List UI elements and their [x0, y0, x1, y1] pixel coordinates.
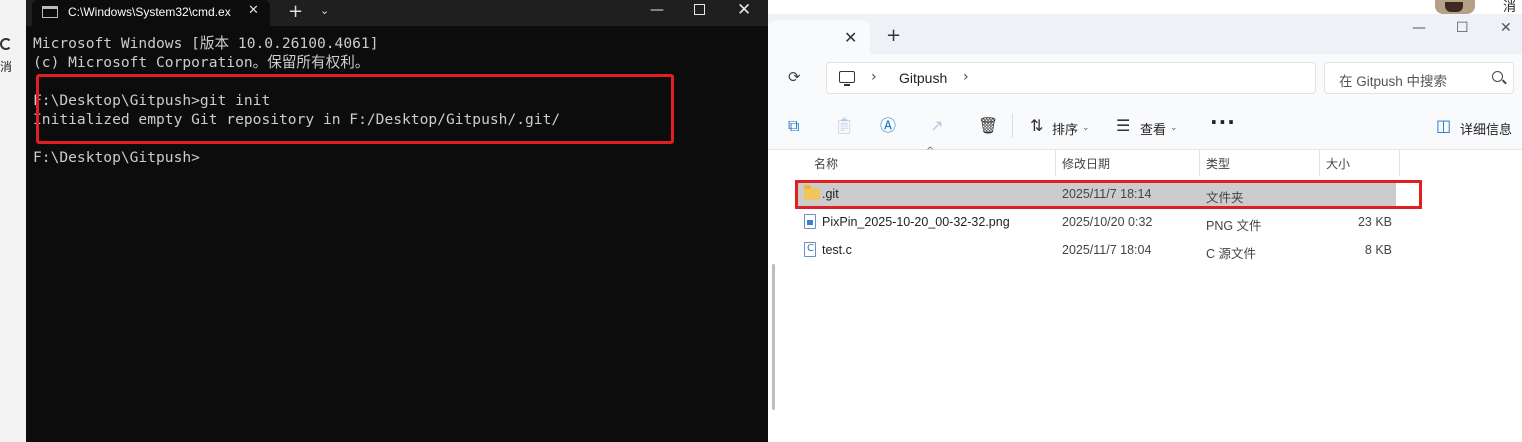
paste-icon[interactable]: 📋︎ [834, 118, 854, 134]
avatar [1435, 0, 1475, 14]
chevron-down-icon[interactable]: ⌄ [1082, 120, 1090, 136]
file-size: 8 KB [1364, 243, 1392, 257]
file-size: 23 KB [1357, 215, 1392, 229]
cmd-titlebar: C:\Windows\System32\cmd.ex ✕ + ⌄ — ✕ [26, 0, 768, 26]
address-bar[interactable]: › Gitpush › [826, 62, 1316, 94]
search-input[interactable]: 在 Gitpush 中搜索 [1324, 62, 1514, 94]
column-name[interactable]: 名称 [814, 155, 838, 172]
view-button[interactable]: 查看 [1140, 119, 1166, 138]
new-tab-button[interactable]: + [288, 1, 303, 23]
command-prompt-window: C:\Windows\System32\cmd.ex ✕ + ⌄ — ✕ Mic… [26, 0, 768, 442]
console-line: (c) Microsoft Corporation。保留所有权利。 [33, 54, 370, 71]
file-modified: 2025/10/20 0:32 [1062, 215, 1153, 229]
cmd-tab[interactable]: C:\Windows\System32\cmd.ex ✕ [32, 0, 270, 26]
delete-icon[interactable]: 🗑︎ [978, 118, 998, 134]
terminal-icon [42, 6, 58, 18]
file-modified: 2025/11/7 18:04 [1062, 243, 1152, 257]
close-tab-icon[interactable]: ✕ [844, 28, 857, 47]
console-prompt[interactable]: F:\Desktop\Gitpush> [33, 148, 200, 167]
explorer-tab[interactable]: ✕ [768, 20, 870, 54]
column-divider[interactable] [1199, 150, 1200, 176]
address-bar-row: ⟳ › Gitpush › 在 Gitpush 中搜索 [768, 54, 1522, 102]
toolbar-divider [1012, 114, 1013, 138]
column-header-row: ^ 名称 修改日期 类型 大小 [768, 146, 1522, 176]
more-options-button[interactable]: ··· [1210, 110, 1236, 134]
sort-icon[interactable]: ⇅ [1030, 118, 1043, 134]
rename-icon[interactable]: Ⓐ [880, 118, 896, 134]
chevron-right-icon[interactable]: › [963, 69, 969, 85]
computer-icon [839, 71, 855, 86]
column-divider[interactable] [1319, 150, 1320, 176]
file-name: PixPin_2025-10-20_00-32-32.png [822, 215, 1010, 229]
console-line: Microsoft Windows [版本 10.0.26100.4061] [33, 35, 379, 52]
column-size[interactable]: 大小 [1326, 155, 1350, 172]
breadcrumb[interactable]: Gitpush [899, 70, 947, 86]
column-type[interactable]: 类型 [1206, 155, 1230, 172]
details-button[interactable]: 详细信息 [1460, 119, 1512, 138]
file-type: C 源文件 [1206, 247, 1257, 261]
search-placeholder: 在 Gitpush 中搜索 [1339, 74, 1448, 89]
chevron-down-icon[interactable]: ⌄ [320, 4, 329, 17]
image-file-icon [804, 214, 816, 229]
background-window-edge: 消 [0, 0, 26, 442]
column-divider[interactable] [1399, 150, 1400, 176]
share-icon[interactable]: ↗ [930, 118, 943, 134]
scrollbar[interactable] [772, 264, 775, 410]
refresh-icon [0, 38, 12, 50]
chevron-right-icon[interactable]: › [871, 69, 877, 85]
maximize-button[interactable]: ☐ [1456, 20, 1469, 36]
view-icon[interactable]: ☰ [1116, 118, 1130, 134]
minimize-button[interactable]: — [1412, 20, 1426, 36]
file-row[interactable]: test.c 2025/11/7 18:04 C 源文件 8 KB [798, 237, 1396, 263]
file-type: PNG 文件 [1206, 219, 1262, 233]
column-divider[interactable] [1055, 150, 1056, 176]
highlight-box [36, 74, 674, 144]
cmd-tab-title: C:\Windows\System32\cmd.ex [68, 5, 231, 19]
background-text: 消 [0, 60, 13, 74]
search-icon [1492, 71, 1503, 82]
file-name: test.c [822, 243, 852, 257]
close-button[interactable]: ✕ [1500, 20, 1512, 36]
highlight-box [795, 180, 1422, 209]
sort-caret-icon: ^ [926, 146, 935, 157]
close-button[interactable]: ✕ [737, 0, 751, 20]
explorer-titlebar: ✕ + — ☐ ✕ [768, 14, 1522, 54]
file-explorer-window: ✕ + — ☐ ✕ ⟳ › Gitpush › 在 Gitpush 中搜索 ⧉ … [768, 14, 1522, 442]
refresh-icon[interactable]: ⟳ [788, 68, 801, 86]
minimize-button[interactable]: — [650, 2, 664, 18]
chevron-down-icon[interactable]: ⌄ [1170, 120, 1178, 136]
file-row[interactable]: PixPin_2025-10-20_00-32-32.png 2025/10/2… [798, 209, 1396, 235]
copy-icon[interactable]: ⧉ [788, 118, 799, 134]
details-pane-icon[interactable]: ◫ [1436, 118, 1451, 134]
command-bar: ⧉ 📋︎ Ⓐ ↗ 🗑︎ ⇅ 排序 ⌄ ☰ 查看 ⌄ ··· ◫ 详细信息 [768, 102, 1522, 150]
sort-button[interactable]: 排序 [1052, 119, 1078, 138]
column-modified[interactable]: 修改日期 [1062, 155, 1110, 172]
close-tab-icon[interactable]: ✕ [248, 3, 259, 18]
c-file-icon [804, 242, 816, 257]
background-corner-text: 消 [1503, 0, 1517, 15]
maximize-button[interactable] [694, 4, 705, 15]
new-tab-button[interactable]: + [886, 27, 901, 45]
